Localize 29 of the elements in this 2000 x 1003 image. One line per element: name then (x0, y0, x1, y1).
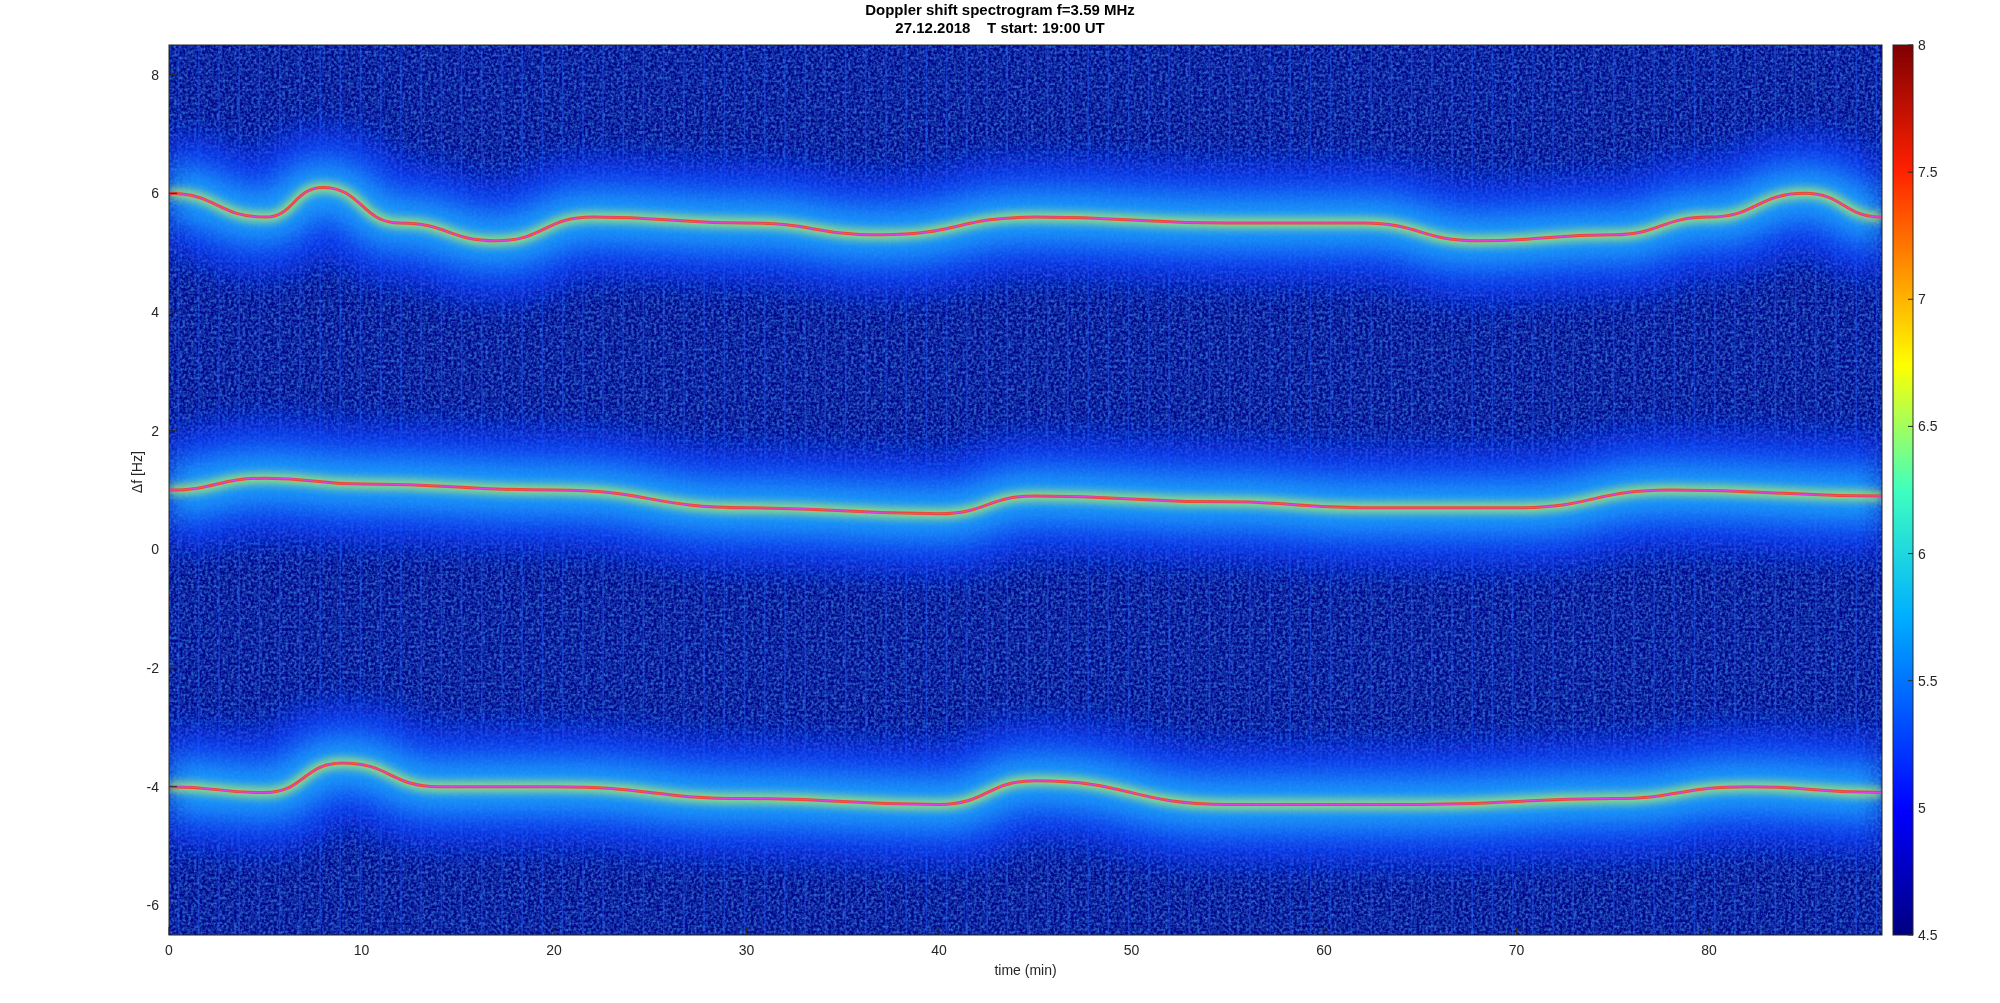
axis-label: Δf [Hz] (129, 451, 145, 494)
chart-title: Doppler shift spectrogram f=3.59 MHz (865, 1, 1135, 18)
axis-tick-label: -6 (146, 897, 159, 914)
axis-tick-label: 8 (151, 66, 159, 83)
colorbar-tick-label: 8 (1918, 37, 1926, 53)
colorbar-tick-label: 7 (1918, 291, 1926, 308)
axis-tick-label: 70 (1508, 942, 1525, 958)
colorbar-tick-label: 5 (1918, 799, 1926, 816)
colorbar-tick-label: 6 (1918, 545, 1926, 562)
axis-tick-label: 80 (1701, 942, 1717, 958)
axis-label: time (min) (994, 962, 1057, 978)
axis-tick-label: 2 (151, 422, 159, 439)
axis-tick-label: 0 (165, 942, 173, 958)
axis-tick-label: 20 (546, 942, 562, 958)
axis-tick-label: 50 (1123, 942, 1140, 958)
axis-tick-label: 10 (353, 942, 370, 958)
axis-tick-label: 0 (151, 541, 159, 558)
axis-tick-label: 30 (738, 942, 755, 958)
axis-tick-label: -4 (146, 778, 159, 795)
axis-tick-label: 60 (1316, 942, 1332, 958)
colorbar-tick-label: 5.5 (1918, 672, 1938, 689)
colorbar-tick-label: 4.5 (1918, 927, 1938, 943)
axis-tick-label: 40 (931, 942, 947, 958)
axis-tick-label: -2 (146, 660, 159, 676)
colorbar-tick-label: 7.5 (1918, 164, 1938, 181)
colorbar-tick-label: 6.5 (1918, 418, 1938, 435)
axis-tick-label: 4 (151, 304, 159, 320)
chart-title: 27.12.2018 T start: 19:00 UT (895, 19, 1105, 36)
axis-tick-label: 6 (151, 185, 159, 202)
